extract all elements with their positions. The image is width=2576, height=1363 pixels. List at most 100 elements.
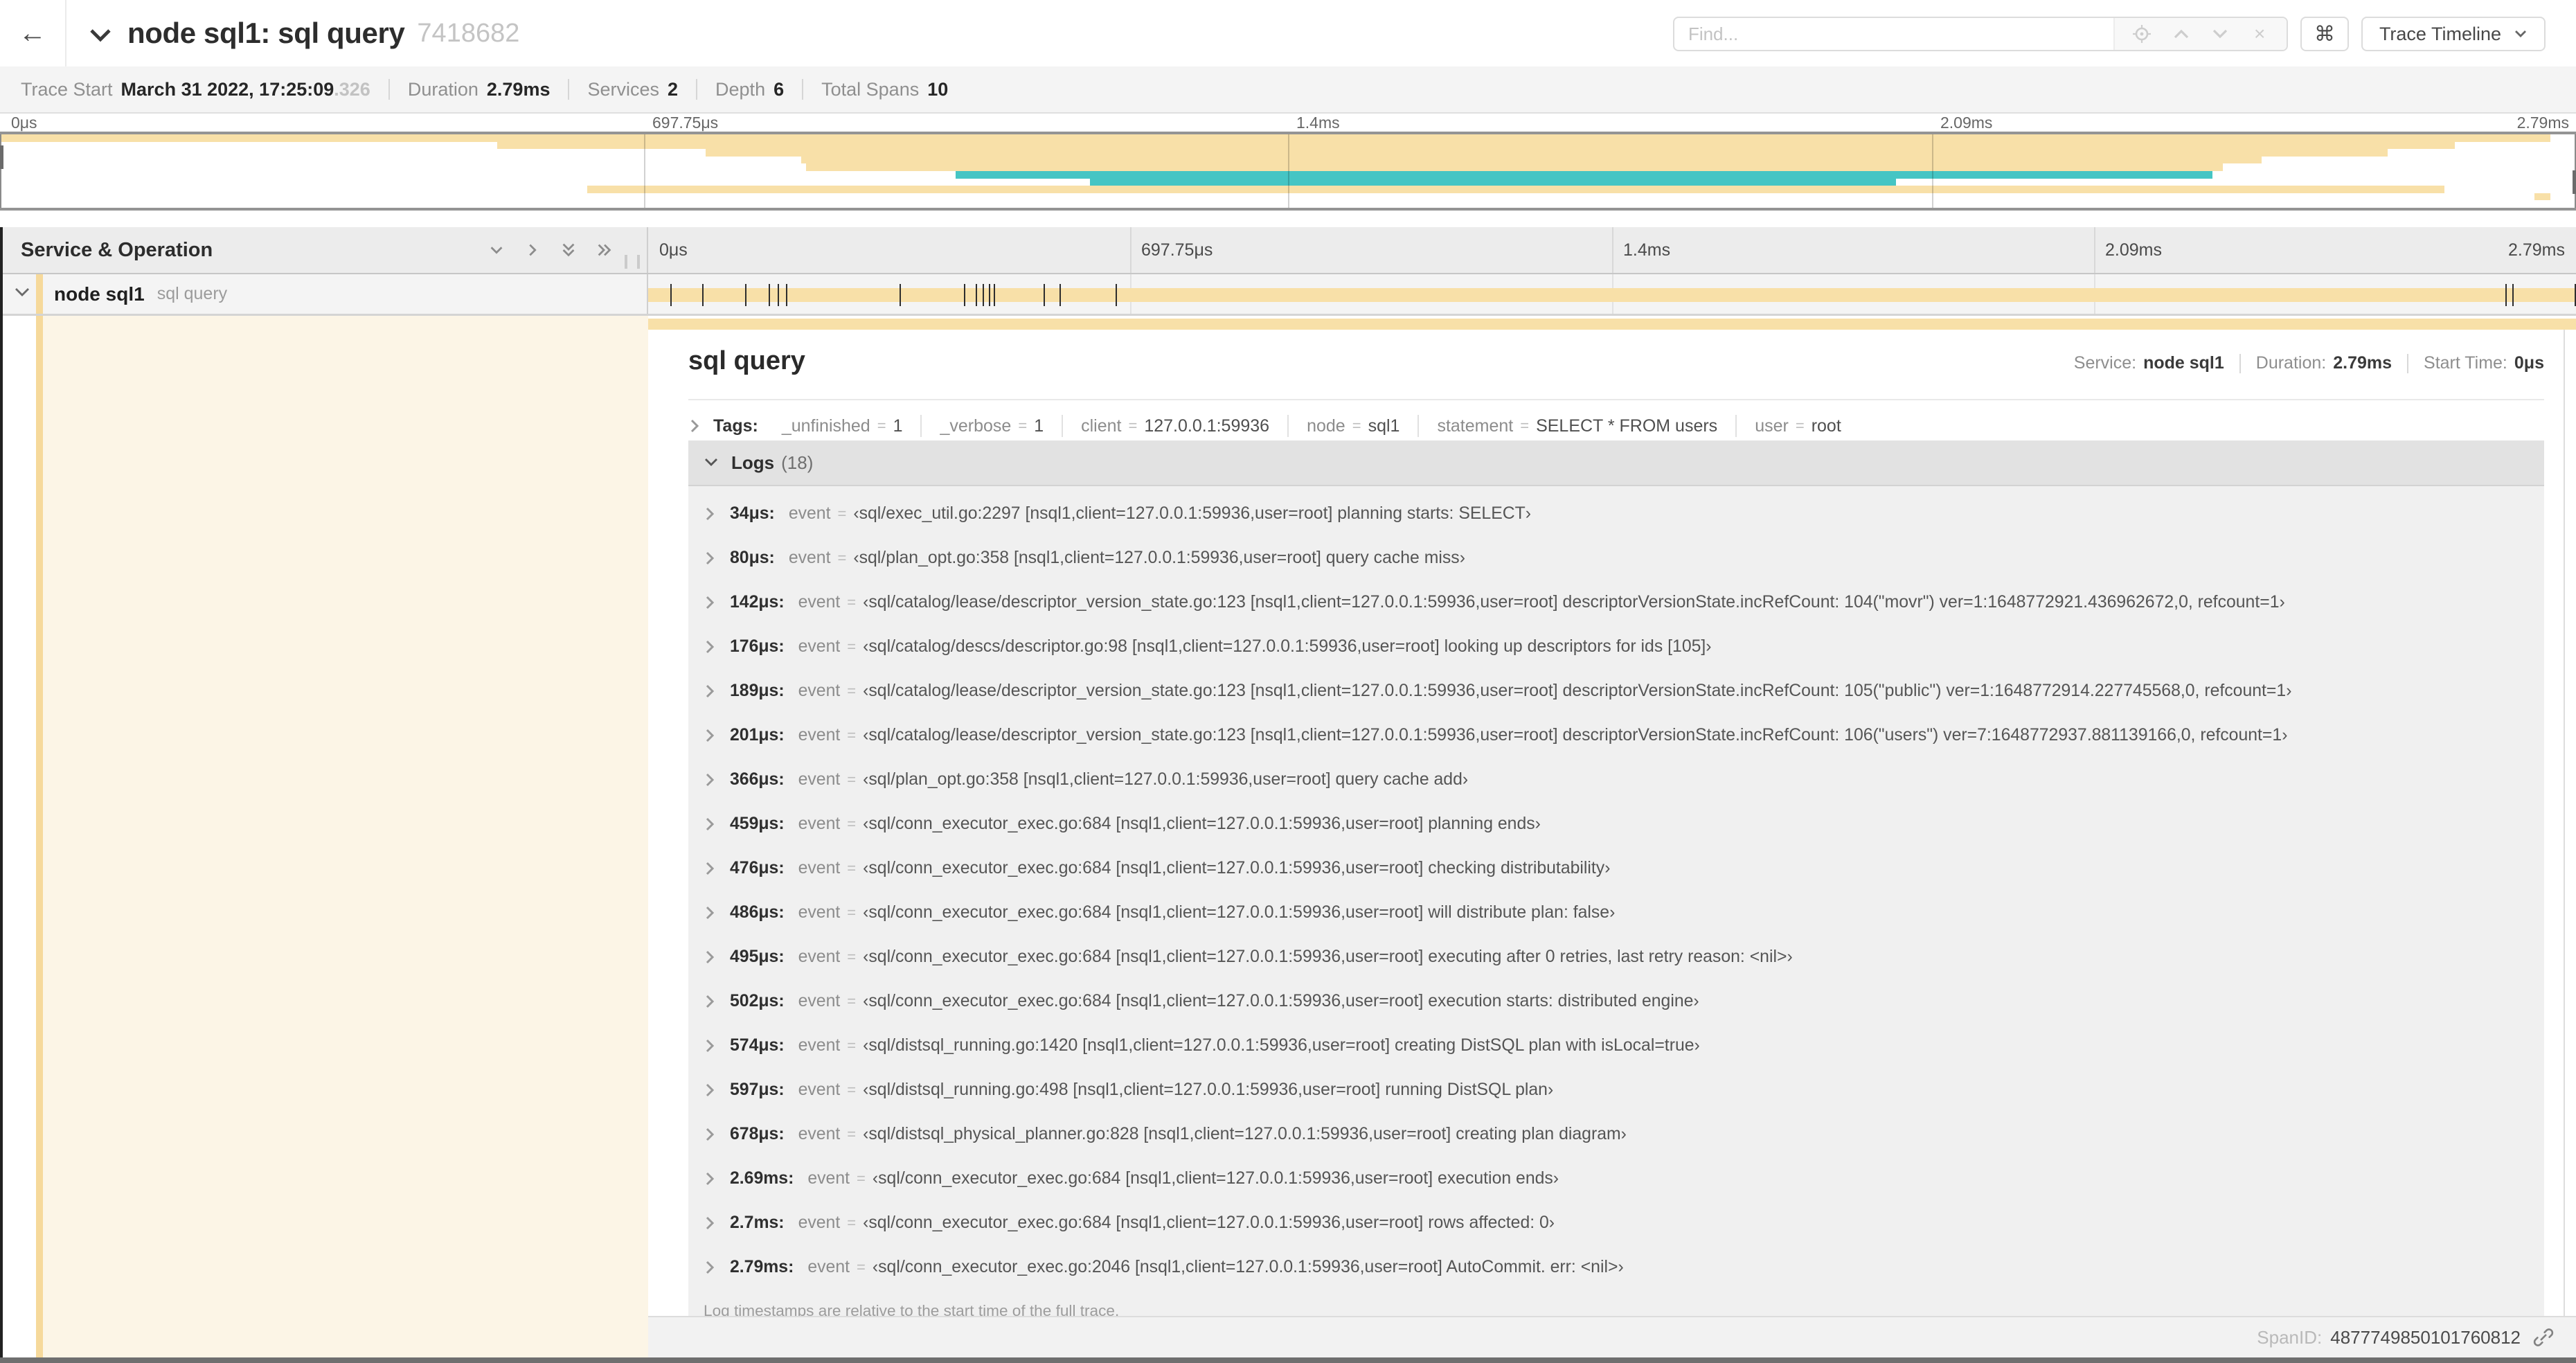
trace-summary-bar: Trace Start March 31 2022, 17:25:09.326 Du…	[0, 66, 2576, 114]
minimap-tick-labels: 0μs 697.75μs 1.4ms 2.09ms 2.79ms	[0, 114, 2576, 132]
timeline-tick: 697.75μs	[1130, 227, 1213, 273]
log-timestamp: 176μs:	[730, 637, 785, 656]
log-row[interactable]: 597μs: event = ‹sql/distsql_running.go:498 …	[688, 1068, 2544, 1112]
chevron-right-icon	[704, 816, 716, 832]
log-timestamp: 2.69ms:	[730, 1169, 794, 1188]
log-row[interactable]: 678μs: event = ‹sql/distsql_physical_planne…	[688, 1112, 2544, 1157]
log-marker-tick	[900, 284, 902, 306]
trace-view-label: Trace Timeline	[2379, 23, 2501, 44]
log-timestamp: 2.79ms:	[730, 1258, 794, 1276]
minimap-left-scrubber[interactable]	[0, 134, 3, 208]
double-chevron-down-icon[interactable]	[560, 241, 578, 259]
log-field-value: ‹sql/exec_util.go:2297 [nsql1,client=127…	[853, 504, 1532, 523]
logs-accordion-header[interactable]: Logs (18)	[688, 440, 2544, 486]
log-row[interactable]: 502μs: event = ‹sql/conn_executor_exec.go:6…	[688, 979, 2544, 1024]
log-field-value: ‹sql/catalog/descs/descriptor.go:98 [nsq…	[863, 637, 1712, 656]
double-chevron-right-icon[interactable]	[596, 241, 614, 259]
log-timestamp: 142μs:	[730, 593, 785, 612]
log-row[interactable]: 201μs: event = ‹sql/catalog/lease/descripto…	[688, 713, 2544, 758]
tag-key: user	[1755, 416, 1789, 436]
equals-sign: =	[847, 859, 857, 877]
log-timestamp: 459μs:	[730, 814, 785, 833]
page-title: node sql1: sql query	[127, 17, 405, 49]
minimap-span-bar	[706, 149, 2388, 157]
span-row[interactable]: node sql1 sql query	[0, 274, 2576, 316]
locate-icon[interactable]	[2129, 21, 2154, 46]
chevron-right-icon[interactable]	[524, 241, 542, 259]
log-row[interactable]: 486μs: event = ‹sql/conn_executor_exec.go:6…	[688, 891, 2544, 935]
minimap-span-bar	[1089, 178, 1896, 186]
chevron-down-icon	[2515, 30, 2526, 37]
chevron-down-icon[interactable]	[488, 241, 506, 259]
right-scrubber-grip[interactable]	[2573, 170, 2576, 194]
span-duration-bar-detail[interactable]	[648, 319, 2576, 330]
tick-label: 0μs	[11, 113, 37, 132]
log-field-value: ‹sql/conn_executor_exec.go:684 [nsql1,cl…	[863, 859, 1611, 878]
log-row[interactable]: 2.79ms: event = ‹sql/conn_executor_exec.go:…	[688, 1245, 2544, 1290]
log-row[interactable]: 142μs: event = ‹sql/catalog/lease/descripto…	[688, 580, 2544, 625]
log-row[interactable]: 80μs: event = ‹sql/plan_opt.go:358 [nsql1,c…	[688, 536, 2544, 580]
summary-value: 10	[927, 78, 949, 100]
log-marker-tick	[975, 284, 977, 306]
span-detail-panel: sql query Service: node sql1 Duration: 2.79…	[648, 330, 2565, 1319]
minimap-canvas[interactable]	[0, 132, 2576, 211]
tags-accordion-header[interactable]: Tags: _unfinished = 1 _verbose = 1 client = 127.…	[688, 409, 2544, 443]
tag-value: sql1	[1368, 416, 1400, 436]
column-resizer-grip[interactable]	[625, 255, 640, 269]
equals-sign: =	[1520, 417, 1530, 434]
span-duration-bar[interactable]	[648, 288, 2576, 302]
service-color-stripe	[36, 316, 43, 1357]
log-marker-tick	[768, 284, 770, 306]
equals-sign: =	[847, 727, 857, 744]
log-field-value: ‹sql/distsql_physical_planner.go:828 [ns…	[863, 1125, 1627, 1143]
expand-collapse-controls	[488, 227, 614, 273]
collapse-trace-chevron-icon[interactable]	[89, 28, 112, 43]
log-field-name: event	[798, 1080, 841, 1099]
back-button[interactable]: ←	[0, 0, 66, 66]
minimap-span-bar	[2534, 193, 2550, 201]
keyboard-shortcuts-button[interactable]: ⌘	[2300, 17, 2349, 51]
summary-value: 2	[668, 78, 679, 100]
log-row[interactable]: 574μs: event = ‹sql/distsql_running.go:1420…	[688, 1024, 2544, 1068]
tag-value: root	[1811, 416, 1841, 436]
meta-label: Duration:	[2255, 353, 2327, 373]
log-row[interactable]: 476μs: event = ‹sql/conn_executor_exec.go:6…	[688, 846, 2544, 891]
chevron-right-icon	[704, 1259, 716, 1276]
log-row[interactable]: 366μs: event = ‹sql/plan_opt.go:358 [nsql1,…	[688, 758, 2544, 802]
summary-label: Total Spans	[821, 78, 920, 100]
log-row[interactable]: 2.7ms: event = ‹sql/conn_executor_exec.go:6…	[688, 1201, 2544, 1245]
find-input[interactable]	[1674, 18, 2113, 50]
log-row[interactable]: 495μs: event = ‹sql/conn_executor_exec.go:6…	[688, 935, 2544, 979]
minimap-gridline	[644, 134, 645, 208]
log-row[interactable]: 176μs: event = ‹sql/catalog/descs/descripto…	[688, 625, 2544, 669]
left-scrubber-grip[interactable]	[0, 145, 3, 169]
equals-sign: =	[847, 1037, 857, 1054]
log-field-name: event	[798, 726, 841, 745]
log-field-name: event	[798, 992, 841, 1010]
next-result-icon[interactable]	[2208, 21, 2233, 46]
log-marker-tick	[1115, 284, 1117, 306]
top-bar: ← node sql1: sql query 7418682 Find... ×…	[0, 0, 2576, 68]
clear-search-icon[interactable]: ×	[2247, 21, 2272, 46]
chevron-right-icon	[690, 419, 699, 433]
equals-sign: =	[847, 1081, 857, 1098]
trace-view-select[interactable]: Trace Timeline	[2361, 17, 2546, 51]
tick-label: 697.75μs	[652, 113, 719, 132]
log-row[interactable]: 2.69ms: event = ‹sql/conn_executor_exec.go:…	[688, 1157, 2544, 1201]
detail-divider	[688, 399, 2544, 400]
log-row[interactable]: 34μs: event = ‹sql/exec_util.go:2297 [nsql1…	[688, 492, 2544, 536]
log-marker-tick	[1043, 284, 1045, 306]
log-row[interactable]: 189μs: event = ‹sql/catalog/lease/descripto…	[688, 669, 2544, 713]
chevron-down-icon[interactable]	[14, 287, 30, 299]
chevron-right-icon	[704, 683, 716, 700]
chevron-down-icon	[704, 457, 719, 468]
span-operation-name: sql query	[156, 284, 228, 303]
log-timestamp: 502μs:	[730, 992, 785, 1010]
minimap-span-bar	[0, 134, 2550, 142]
chevron-right-icon	[704, 949, 716, 965]
log-row[interactable]: 459μs: event = ‹sql/conn_executor_exec.go:6…	[688, 802, 2544, 846]
prev-result-icon[interactable]	[2169, 21, 2194, 46]
link-icon[interactable]	[2533, 1327, 2554, 1348]
span-row-timeline	[648, 274, 2576, 314]
log-marker-tick	[670, 284, 672, 306]
